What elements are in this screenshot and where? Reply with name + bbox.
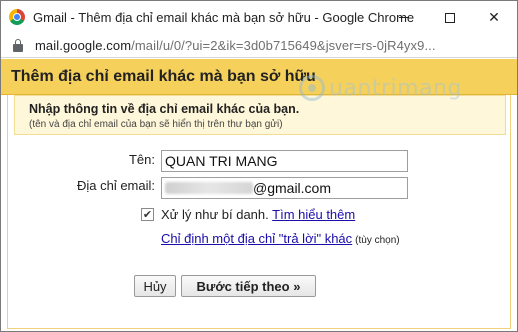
address-bar[interactable]: mail.google.com/mail/u/0/?ui=2&ik=3d0b71…: [1, 34, 517, 58]
dialog-title: Thêm địa chỉ email khác mà bạn sở hữu: [11, 68, 316, 85]
info-sub-text: (tên và địa chỉ email của bạn sẽ hiển th…: [29, 119, 283, 130]
watermark-text: uantrimang: [329, 75, 462, 101]
minimize-icon: [399, 17, 409, 18]
maximize-icon: [445, 12, 455, 23]
watermark-logo-icon: [299, 75, 325, 101]
check-icon: ✔: [142, 208, 153, 221]
browser-window: Gmail - Thêm địa chỉ email khác mà bạn s…: [0, 0, 518, 332]
minimize-button[interactable]: [381, 1, 427, 34]
title-bar: Gmail - Thêm địa chỉ email khác mà bạn s…: [1, 1, 517, 34]
redacted-email-part: [165, 182, 253, 194]
alias-checkbox[interactable]: ✔: [141, 208, 154, 221]
info-main-text: Nhập thông tin về địa chỉ email khác của…: [29, 102, 300, 116]
info-box: Nhập thông tin về địa chỉ email khác của…: [14, 95, 506, 135]
window-title: Gmail - Thêm địa chỉ email khác mà bạn s…: [33, 10, 415, 25]
alias-line: Xử lý như bí danh. Tìm hiểu thêm: [161, 207, 355, 222]
chrome-icon: [9, 9, 25, 25]
learn-more-link[interactable]: Tìm hiểu thêm: [272, 207, 355, 222]
email-label: Địa chỉ email:: [76, 178, 155, 193]
email-domain: @gmail.com: [253, 180, 332, 196]
lock-icon: [13, 39, 23, 52]
name-input[interactable]: QUAN TRI MANG: [161, 150, 408, 172]
watermark: uantrimang: [299, 75, 462, 101]
optional-note: (tùy chọn): [355, 235, 400, 246]
url-path: /mail/u/0/?ui=2&ik=3d0b715649&jsver=rs-0…: [131, 38, 436, 53]
cancel-button[interactable]: Hủy: [134, 275, 176, 297]
maximize-button[interactable]: [427, 1, 473, 34]
alias-label: Xử lý như bí danh.: [161, 207, 269, 222]
url-host: mail.google.com: [35, 38, 132, 53]
url-text[interactable]: mail.google.com/mail/u/0/?ui=2&ik=3d0b71…: [35, 38, 436, 53]
close-button[interactable]: ✕: [471, 1, 517, 34]
reply-to-link[interactable]: Chỉ định một địa chỉ "trả lời" khác: [161, 231, 352, 246]
next-step-button[interactable]: Bước tiếp theo »: [181, 275, 316, 297]
close-icon: ✕: [488, 9, 500, 25]
reply-to-line: Chỉ định một địa chỉ "trả lời" khác (tùy …: [161, 231, 400, 246]
email-input[interactable]: @gmail.com: [161, 177, 408, 199]
name-label: Tên:: [128, 152, 155, 167]
